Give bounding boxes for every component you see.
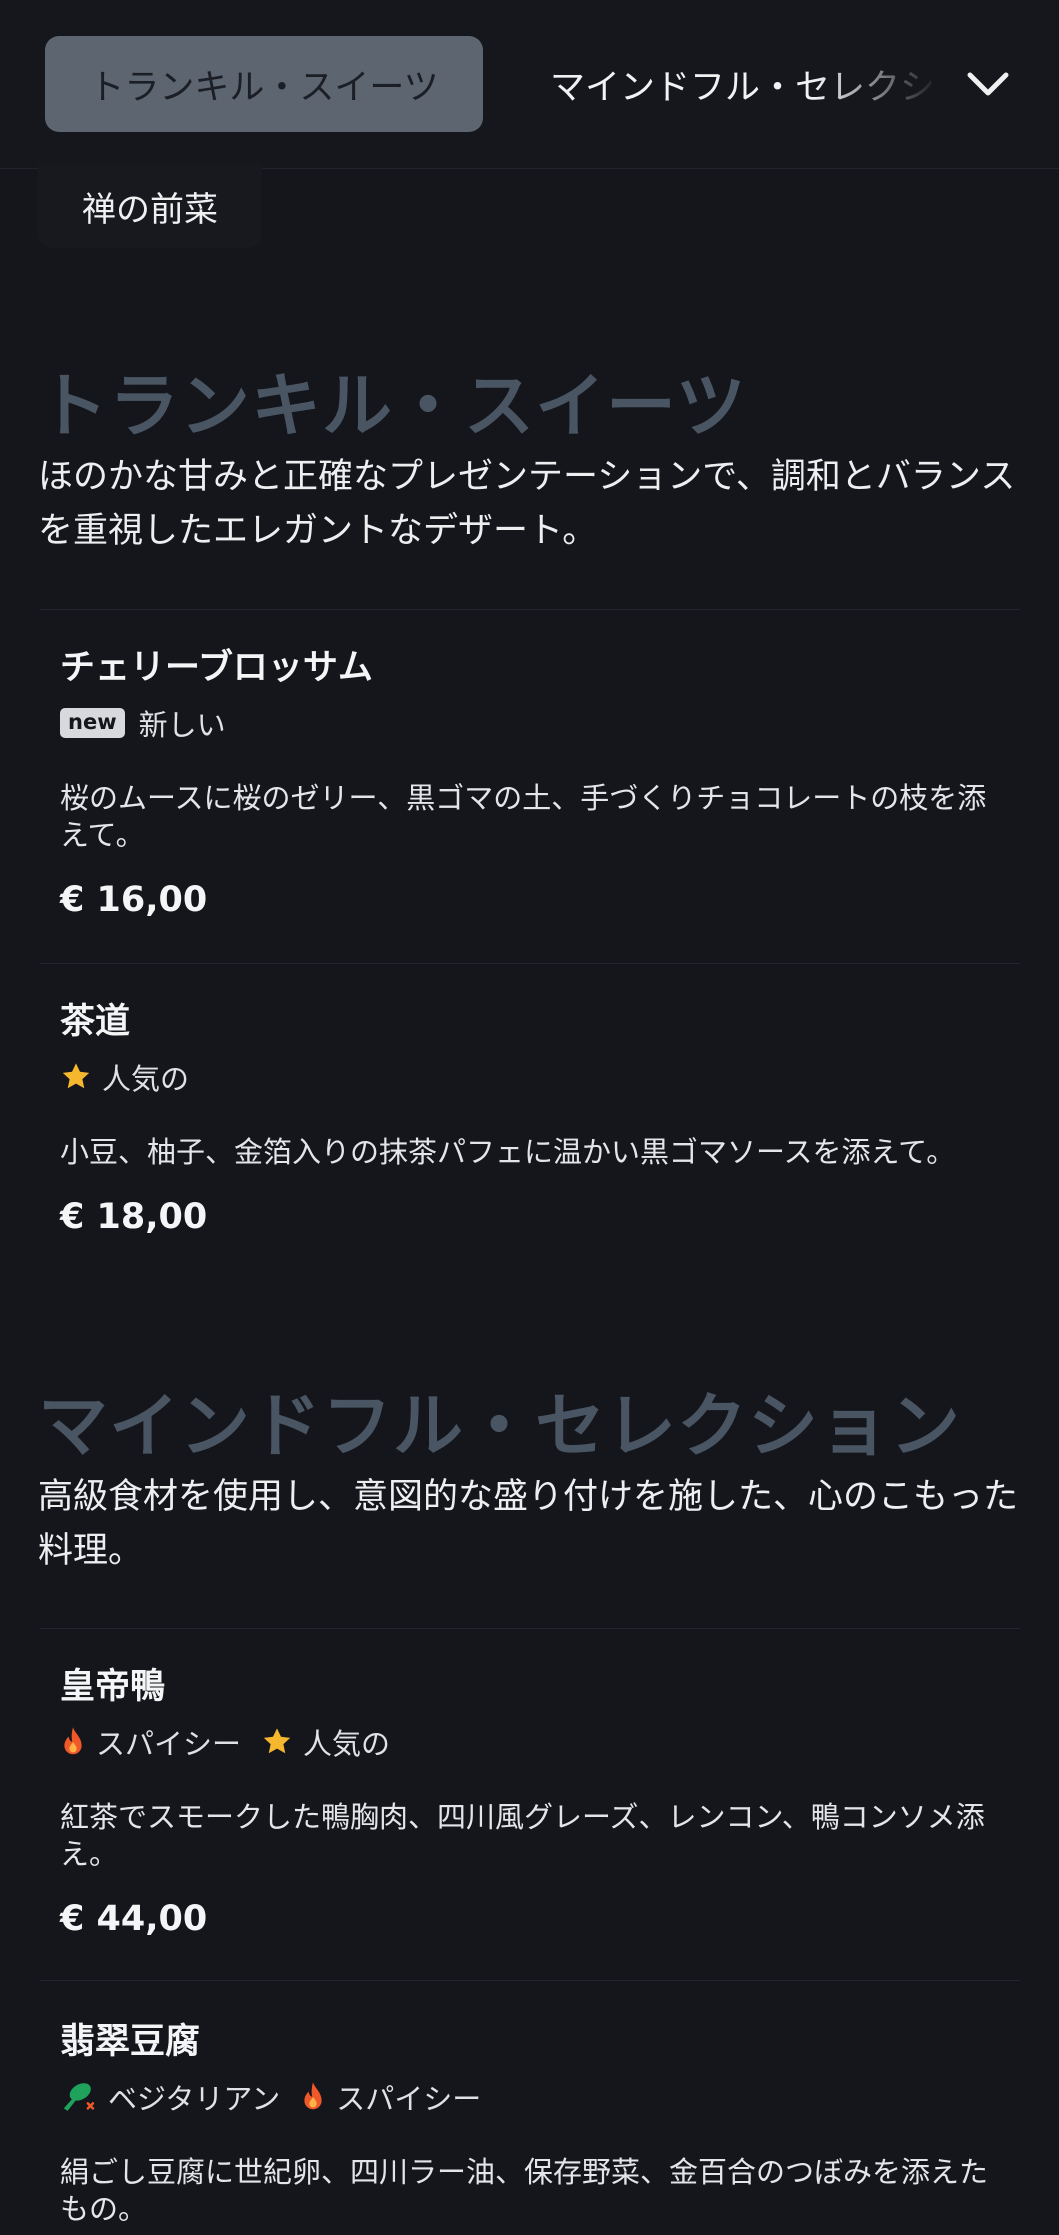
star-icon [261, 1726, 293, 1758]
section-description: ほのかな甘みと正確なプレゼンテーションで、調和とバランスを重視したエレガントなデ… [38, 457, 1016, 551]
menu-item[interactable]: 翡翠豆腐 ベジタリアン スパイシー 絹ごし豆腐に世紀卵、四川ラー油、保存野菜、金… [60, 2020, 1010, 2228]
flame-icon [300, 2081, 326, 2113]
category-nav: トランキル・スイーツ マインドフル・セレクション [0, 0, 1059, 169]
tag-popular: 人気の [60, 1056, 189, 1098]
tag-spicy: スパイシー [60, 1721, 241, 1763]
item-description: 桜のムースに桜のゼリー、黒ゴマの土、手づくりチョコレートの枝を添えて。 [60, 781, 987, 852]
tag-label: 人気の [303, 1727, 391, 1761]
item-name: 茶道 [60, 1002, 131, 1042]
menu-item[interactable]: チェリーブロッサム new 新しい 桜のムースに桜のゼリー、黒ゴマの土、手づくり… [60, 646, 1010, 920]
flame-icon [60, 1726, 86, 1758]
tag-popular: 人気の [261, 1721, 390, 1763]
divider [40, 963, 1020, 964]
tag-vegetarian: ベジタリアン [60, 2076, 280, 2118]
tag-label: スパイシー [96, 1727, 242, 1761]
tag-label: 新しい [138, 708, 226, 742]
item-price: € 18,00 [60, 1197, 208, 1237]
star-icon [60, 1061, 92, 1093]
item-name: 皇帝鴨 [60, 1667, 166, 1707]
new-badge: new [60, 708, 125, 738]
divider [40, 1628, 1020, 1629]
vegetarian-icon [60, 2080, 98, 2114]
item-description: 紅茶でスモークした鴨胸肉、四川風グレーズ、レンコン、鴨コンソメ添え。 [60, 1800, 985, 1871]
item-name: チェリーブロッサム [60, 648, 373, 688]
section-title: マインドフル・セレクション [38, 1385, 961, 1467]
item-price: € 44,00 [60, 1899, 208, 1939]
chevron-down-icon[interactable] [962, 58, 1014, 110]
tag-label: スパイシー [336, 2082, 482, 2116]
item-description: 絹ごし豆腐に世紀卵、四川ラー油、保存野菜、金百合のつぼみを添えたもの。 [60, 2155, 989, 2226]
tag-label: ベジタリアン [108, 2082, 281, 2116]
section-title: トランキル・スイーツ [38, 365, 747, 447]
item-tags: スパイシー 人気の [60, 1723, 1010, 1761]
item-tags: 人気の [60, 1058, 1010, 1096]
divider [40, 609, 1020, 610]
item-description: 小豆、柚子、金箔入りの抹茶パフェに温かい黒ゴマソースを添えて。 [60, 1135, 956, 1169]
menu-item[interactable]: 茶道 人気の 小豆、柚子、金箔入りの抹茶パフェに温かい黒ゴマソースを添えて。 €… [60, 1000, 1010, 1237]
item-price: € 16,00 [60, 880, 208, 920]
item-tags: ベジタリアン スパイシー [60, 2078, 1010, 2116]
item-tags: new 新しい [60, 704, 1010, 742]
tab-mindful-selection[interactable]: マインドフル・セレクション [550, 36, 940, 132]
item-name: 翡翠豆腐 [60, 2022, 201, 2062]
tag-new: new 新しい [60, 702, 226, 744]
tab-zen-appetizers[interactable]: 禅の前菜 [38, 164, 262, 248]
menu-item[interactable]: 皇帝鴨 スパイシー 人気の 紅茶でスモークした鴨胸肉、四川風グレーズ、レンコン、… [60, 1665, 1010, 1939]
tag-label: 人気の [102, 1062, 190, 1096]
tab-tranquil-sweets[interactable]: トランキル・スイーツ [45, 36, 483, 132]
section-description: 高級食材を使用し、意図的な盛り付けを施した、心のこもった料理。 [38, 1477, 1019, 1571]
divider [40, 1980, 1020, 1981]
tag-spicy: スパイシー [300, 2076, 481, 2118]
